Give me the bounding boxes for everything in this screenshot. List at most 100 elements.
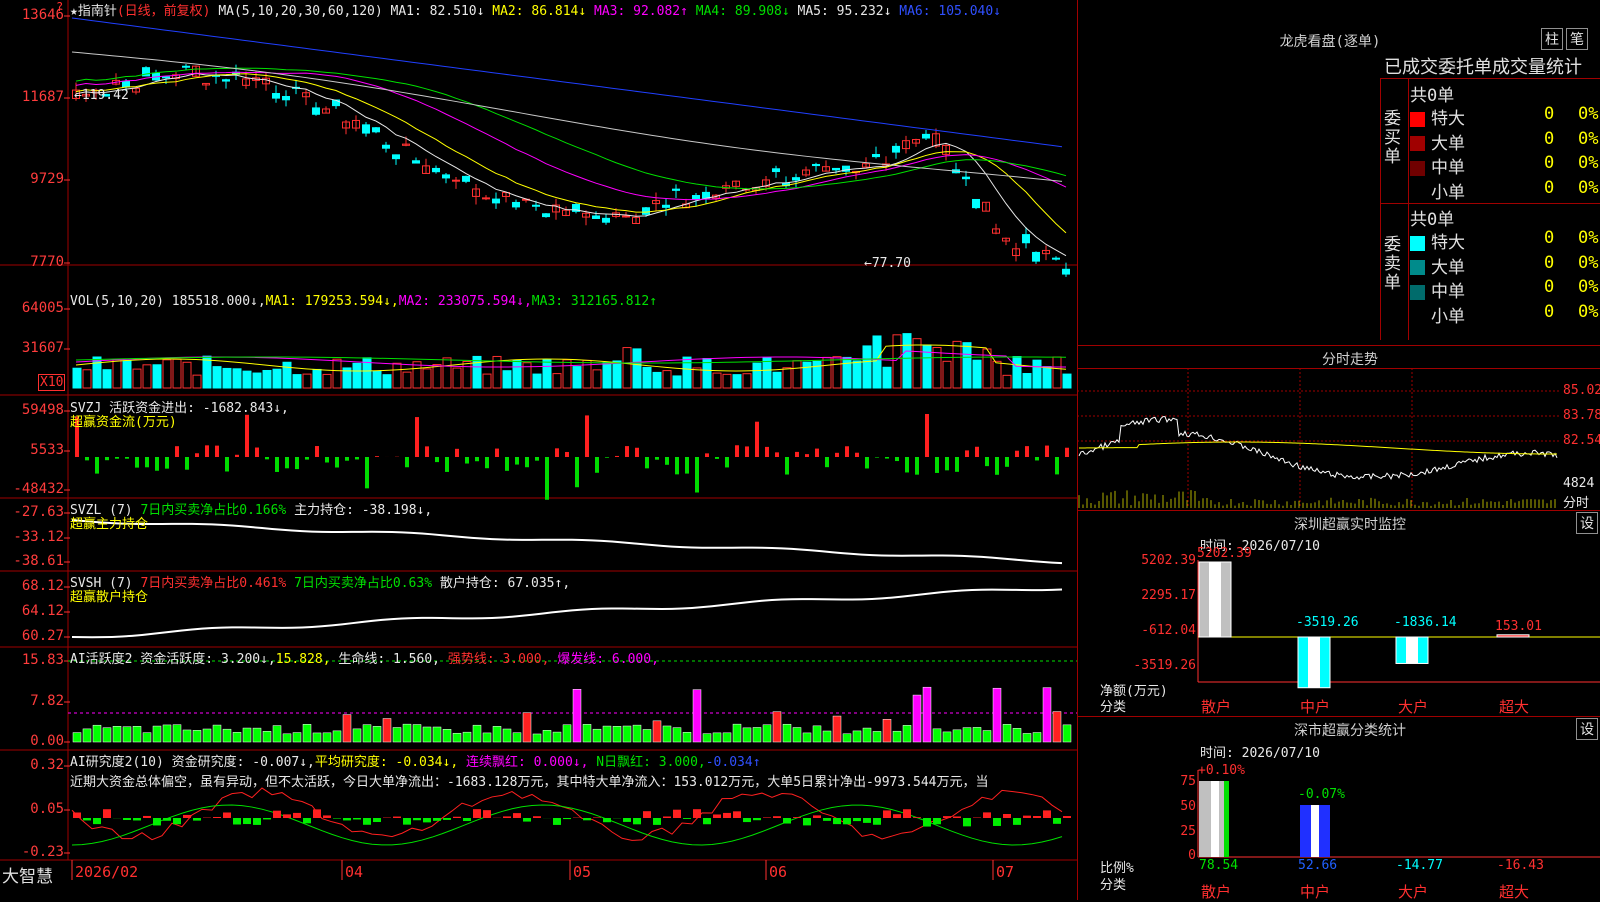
svsh-ylabel-1: 64.12 [0,603,64,619]
ai1-bar [673,728,681,742]
ma-value-2: MA2: 86.814↓ [492,4,594,19]
ai1-bar [583,724,591,742]
ai2-bar [483,810,491,818]
ai2-bar [1003,814,1011,818]
sell-total: 共0单 [1410,205,1454,230]
bar-mode-button[interactable]: 柱 [1541,28,1563,50]
ai1-bar [113,726,121,742]
svzj-bar [405,457,409,467]
ai1-bar [93,725,101,742]
volume-bar [403,372,411,388]
volume-bar [843,357,851,388]
volume-bar [353,363,361,388]
svzj-bar [445,457,449,472]
svzj-bar [175,446,179,457]
order-volume: 0 [1544,178,1554,198]
svzj-bar [765,447,769,457]
ai2-bar [293,813,301,818]
order-color-icon [1410,112,1425,127]
ai2-bar [223,812,231,818]
ai2-bar [343,818,351,820]
ai2-bar [103,809,111,818]
ai1-bar [933,729,941,742]
ma-value-4: MA4: 89.908↓ [696,4,798,19]
volume-bar [863,346,871,388]
volume-bar [233,369,241,388]
svzj-bar [775,452,779,457]
volume-bar [923,345,931,388]
vol-unit: X10 [38,374,65,391]
volume-bar [303,374,311,388]
volume-bar [433,364,441,388]
ai2-bar [913,817,921,818]
order-color-icon [1410,136,1425,151]
svzj-bar [955,457,959,472]
svsh-ylabel-2: 60.27 [0,628,64,644]
volume-bar [563,360,571,388]
ai2-bar [963,818,971,826]
ai2-bar [673,810,681,818]
ai1-bar [293,733,301,742]
ai2-bar [423,818,431,822]
ai2-bar [123,818,131,820]
svzj-bar [235,455,239,457]
ai2-bar [403,818,411,825]
ai1-bar [963,728,971,742]
fenshi-title[interactable]: 分时走势 [1270,349,1430,369]
candle [833,168,840,169]
ai2-bar [813,815,821,818]
order-volume: 0 [1544,253,1554,273]
tick-mode-button[interactable]: 笔 [1566,28,1588,50]
volume-bar [193,375,201,388]
ai1-bar [503,729,511,742]
ai1-bar [853,731,861,742]
svzj-bar [745,446,749,457]
volume-bar [503,371,511,388]
ai1-bar [883,719,891,742]
ma6-line [72,18,1062,147]
monitor-ylabel-3: -3519.26 [1100,658,1196,673]
ai1-bar [573,689,581,742]
monitor-cat-3: 超大 [1499,696,1529,717]
low-mark: ←77.70 [864,256,911,271]
ai2-bar [193,818,201,821]
order-row: 小单00% [1410,302,1600,327]
ai1-bar [993,688,1001,742]
order-label: 特大 [1431,233,1465,253]
fenshi-ylabel-2: 82.54 [1563,433,1600,448]
ai1-bar [663,726,671,742]
svzj-bar [925,414,929,457]
svzj-bar [425,446,429,457]
monitor-settings-button[interactable]: 设 [1576,512,1598,534]
monitor-title: 深圳超赢实时监控 [1260,514,1440,534]
volume-bar [823,357,831,388]
stock-title[interactable]: ★指南针 [70,4,117,19]
ai1-bar [473,725,481,742]
ai2-bar [943,816,951,818]
candle [493,199,500,203]
candle [543,214,550,217]
volume-bar [513,360,521,388]
ai1-bar [1003,724,1011,742]
classify-settings-button[interactable]: 设 [1576,718,1598,740]
svzj-bar [825,457,829,467]
chart-mode[interactable]: (日线，前复权) [117,4,211,19]
ai2-bar [803,818,811,825]
vol-header: VOL(5,10,20) 185518.000↓,MA1: 179253.594… [70,294,657,309]
svzj-bar [975,447,979,457]
svzj-bar [645,457,649,468]
monitor-bar-shine-1 [1308,637,1320,688]
x-label-0: 2026/02 [75,863,138,881]
monitor-bar-shine-2 [1406,637,1418,663]
volume-bar [613,361,621,388]
candle [123,81,130,87]
svzj-bar [625,446,629,457]
svzj-bar [725,457,729,467]
volume-bar [383,375,391,388]
order-color-icon [1410,260,1425,275]
candle [623,216,630,217]
ai1-bar [333,731,341,742]
svzj-bar [95,457,99,474]
volume-bar [483,374,491,388]
ai1-bar [163,725,171,742]
